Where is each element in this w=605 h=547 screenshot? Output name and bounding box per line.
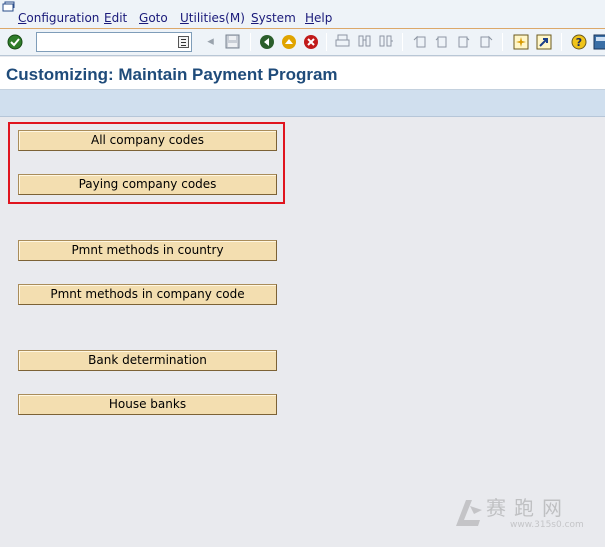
house-banks-button[interactable]: House banks <box>18 394 277 415</box>
app-menu-icon[interactable] <box>2 1 16 12</box>
page-title: Customizing: Maintain Payment Program <box>6 65 338 84</box>
previous-page-icon[interactable] <box>433 33 450 50</box>
menu-bar: Configuration Edit Goto Utilities(M) Sys… <box>0 0 605 29</box>
watermark-url: www.315s0.com <box>510 520 584 530</box>
application-toolbar <box>0 90 605 117</box>
print-icon[interactable] <box>334 33 351 50</box>
menu-goto[interactable]: Goto <box>139 11 168 25</box>
bank-determination-button[interactable]: Bank determination <box>18 350 277 371</box>
back-icon[interactable] <box>258 33 275 50</box>
help-icon[interactable]: ? <box>570 33 587 50</box>
first-page-icon[interactable] <box>412 33 429 50</box>
menu-configuration[interactable]: Configuration <box>18 11 99 25</box>
menu-help[interactable]: Help <box>305 11 332 25</box>
exit-icon[interactable] <box>280 33 297 50</box>
watermark-logo-icon <box>456 500 482 526</box>
paying-company-codes-button[interactable]: Paying company codes <box>18 174 277 195</box>
command-field[interactable] <box>36 32 192 52</box>
standard-toolbar: ◂ ? <box>0 29 605 56</box>
next-page-icon[interactable] <box>455 33 472 50</box>
title-bar: Customizing: Maintain Payment Program <box>0 57 605 90</box>
watermark-text: 赛跑网 <box>486 496 570 520</box>
last-page-icon[interactable] <box>477 33 494 50</box>
all-company-codes-button[interactable]: All company codes <box>18 130 277 151</box>
menu-utilities[interactable]: Utilities(M) <box>180 11 245 25</box>
find-icon[interactable] <box>356 33 373 50</box>
customize-layout-icon[interactable] <box>591 33 605 50</box>
watermark: 赛跑网 www.315s0.com <box>450 492 600 537</box>
svg-text:?: ? <box>575 36 581 49</box>
command-input[interactable] <box>37 33 175 51</box>
find-next-icon[interactable] <box>378 33 395 50</box>
pmnt-methods-in-company-code-button[interactable]: Pmnt methods in company code <box>18 284 277 305</box>
menu-system[interactable]: System <box>251 11 296 25</box>
back-arrow-icon[interactable]: ◂ <box>202 33 219 50</box>
menu-edit[interactable]: Edit <box>104 11 127 25</box>
command-dropdown-icon[interactable] <box>178 36 189 48</box>
pmnt-methods-in-country-button[interactable]: Pmnt methods in country <box>18 240 277 261</box>
shortcut-icon[interactable] <box>535 33 552 50</box>
cancel-icon[interactable] <box>302 33 319 50</box>
enter-icon[interactable] <box>6 33 23 50</box>
create-session-icon[interactable] <box>512 33 529 50</box>
save-icon[interactable] <box>224 33 241 50</box>
